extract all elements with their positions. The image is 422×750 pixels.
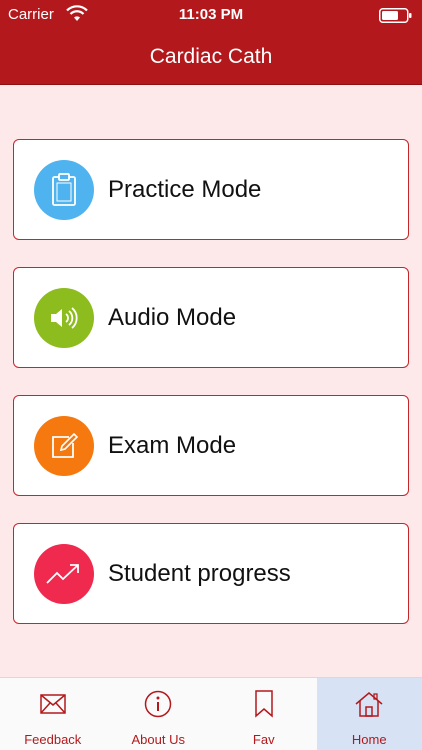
audio-mode-label: Audio Mode xyxy=(108,303,237,331)
speaker-icon-circle xyxy=(34,287,94,348)
tab-fav-label: Fav xyxy=(252,732,275,747)
exam-mode-button[interactable]: Exam Mode xyxy=(13,395,409,496)
tab-home[interactable]: Home xyxy=(316,678,422,750)
clipboard-icon-circle xyxy=(34,159,94,220)
nav-bar: Cardiac Cath xyxy=(0,30,422,85)
tab-feedback[interactable]: Feedback xyxy=(0,678,106,750)
trending-up-icon xyxy=(46,563,79,584)
audio-mode-button[interactable]: Audio Mode xyxy=(13,267,409,368)
tab-bar: Feedback About Us Fav Home xyxy=(0,677,422,750)
info-icon xyxy=(145,690,172,718)
student-progress-button[interactable]: Student progress xyxy=(13,523,409,624)
edit-icon-circle xyxy=(34,415,94,476)
student-progress-label: Student progress xyxy=(108,559,291,587)
speaker-icon xyxy=(51,306,78,329)
tab-home-label: Home xyxy=(351,732,387,747)
tab-fav[interactable]: Fav xyxy=(211,678,317,750)
trending-up-icon-circle xyxy=(34,543,94,604)
mode-list: Practice Mode Audio Mode Exam Mode Stude… xyxy=(0,85,422,677)
edit-icon xyxy=(52,432,79,458)
battery-icon xyxy=(379,8,412,23)
status-time: 11:03 PM xyxy=(178,6,244,23)
practice-mode-button[interactable]: Practice Mode xyxy=(13,139,409,240)
bookmark-icon xyxy=(255,690,273,718)
status-bar: Carrier 11:03 PM xyxy=(0,0,422,30)
tab-about-us-label: About Us xyxy=(131,732,185,747)
envelope-icon xyxy=(40,694,66,714)
page-title: Cardiac Cath xyxy=(149,45,273,68)
home-icon xyxy=(355,692,383,717)
clipboard-icon xyxy=(52,172,76,206)
tab-about-us[interactable]: About Us xyxy=(106,678,212,750)
practice-mode-label: Practice Mode xyxy=(108,175,262,203)
tab-feedback-label: Feedback xyxy=(24,732,82,747)
exam-mode-label: Exam Mode xyxy=(108,431,237,459)
